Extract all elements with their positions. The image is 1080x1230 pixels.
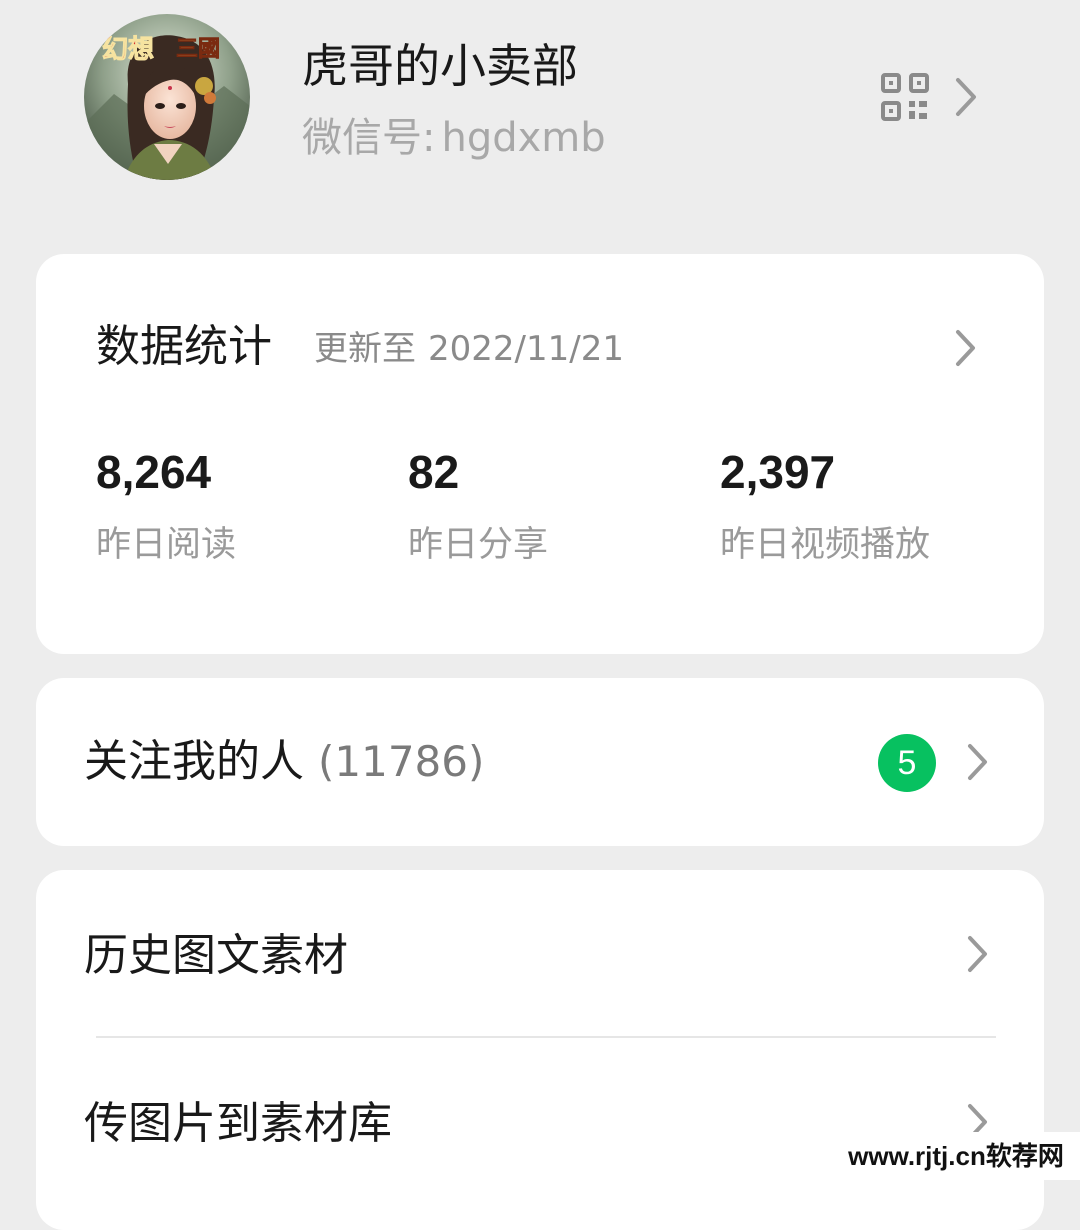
history-materials-item[interactable]: 历史图文素材 xyxy=(84,926,348,986)
metric-yesterday-video-plays[interactable]: 2,397 昨日视频播放 xyxy=(720,444,930,568)
stats-updated-date: 2022/11/21 xyxy=(428,329,624,369)
metric-label: 昨日阅读 xyxy=(96,525,237,565)
followers-count: (11786) xyxy=(318,737,485,786)
account-name: 虎哥的小卖部 xyxy=(302,39,578,93)
wechat-id-value: hgdxmb xyxy=(441,115,606,161)
divider xyxy=(96,1036,996,1038)
metric-yesterday-shares[interactable]: 82 昨日分享 xyxy=(408,444,548,568)
metric-label: 昨日视频播放 xyxy=(720,525,931,565)
stats-card[interactable]: 数据统计 更新至 2022/11/21 8,264 昨日阅读 82 昨日分享 2,… xyxy=(36,254,1044,654)
followers-label-row: 关注我的人 (11786) xyxy=(84,732,484,792)
profile-header[interactable]: 幻想 三國 虎哥的小卖部 微信号: hgdxmb xyxy=(0,0,1080,230)
svg-text:幻想: 幻想 xyxy=(102,35,154,65)
wechat-id-row: 微信号: hgdxmb xyxy=(302,110,606,166)
chevron-right-icon[interactable] xyxy=(960,932,994,976)
watermark: www.rjtj.cn软荐网 xyxy=(832,1132,1080,1180)
new-followers-badge: 5 xyxy=(878,734,936,792)
stats-updated: 更新至 2022/11/21 xyxy=(314,326,624,372)
stats-title: 数据统计 xyxy=(96,321,272,372)
chevron-right-icon[interactable] xyxy=(948,74,984,120)
followers-label: 关注我的人 xyxy=(84,736,304,787)
avatar[interactable]: 幻想 三國 xyxy=(84,14,250,180)
metric-value: 2,397 xyxy=(720,446,836,498)
chevron-right-icon[interactable] xyxy=(948,326,982,370)
stats-updated-label: 更新至 xyxy=(314,329,416,369)
upload-image-item[interactable]: 传图片到素材库 xyxy=(84,1094,392,1154)
qr-code-icon[interactable] xyxy=(880,72,930,122)
metric-value: 8,264 xyxy=(96,446,212,498)
metric-yesterday-reads[interactable]: 8,264 昨日阅读 xyxy=(96,444,236,568)
followers-row[interactable]: 关注我的人 (11786) 5 xyxy=(36,678,1044,846)
svg-text:三國: 三國 xyxy=(176,36,220,62)
metric-value: 82 xyxy=(408,446,460,498)
metric-label: 昨日分享 xyxy=(408,525,549,565)
wechat-id-label: 微信号: xyxy=(302,115,436,161)
avatar-image: 幻想 三國 xyxy=(84,14,250,180)
chevron-right-icon[interactable] xyxy=(960,740,994,784)
